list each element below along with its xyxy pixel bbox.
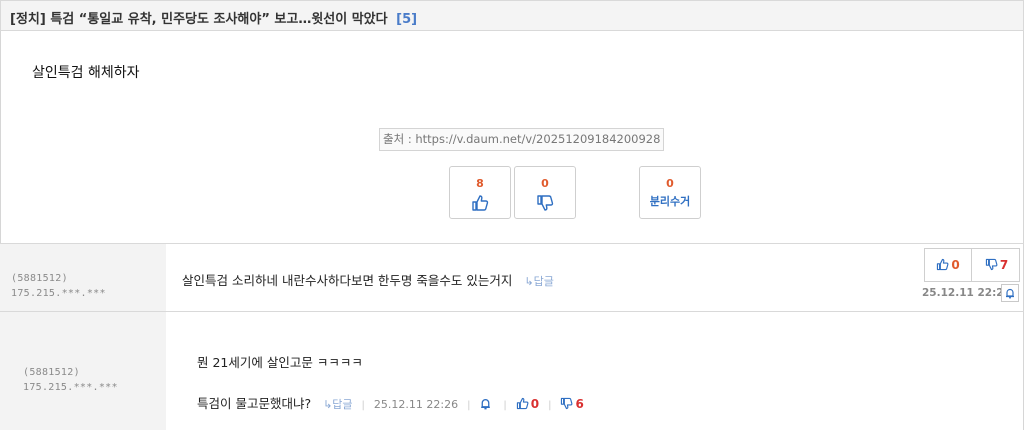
comment-author-cell: (5881512) 175.215.***.***: [0, 312, 166, 430]
not-recommend-count: 0: [541, 177, 549, 190]
comment-text: 살인특검 소리하네 내란수사하다보면 한두명 죽을수도 있는거지 ↳답글: [182, 270, 554, 289]
comment-user-id: (5881512): [11, 273, 68, 284]
report-button[interactable]: [1001, 284, 1019, 302]
post-title: [정치] 특검 “통일교 유착, 민주당도 조사해야” 보고…윗선이 막았다 […: [10, 8, 417, 27]
comment-dislike-count: 7: [999, 258, 1009, 272]
comment-body: 특검이 물고문했대냐?: [197, 396, 312, 411]
post-title-text: 특검 “통일교 유착, 민주당도 조사해야” 보고…윗선이 막았다: [50, 12, 388, 27]
reply-link[interactable]: ↳답글: [524, 275, 553, 288]
comment-body-line: 뭔 21세기에 살인고문 ㅋㅋㅋㅋ: [197, 355, 363, 370]
divider: |: [503, 400, 507, 411]
thumbs-up-icon: [516, 397, 529, 410]
comment-body-line-with-meta: 특검이 물고문했대냐? ↳답글 | 25.12.11 22:26 | | 0 |…: [197, 393, 584, 412]
divider: |: [467, 400, 471, 411]
report-button[interactable]: [479, 396, 498, 411]
thumbs-down-icon: [985, 258, 998, 271]
thumbs-down-icon: [561, 397, 573, 410]
divider: |: [548, 400, 552, 411]
comment-count-link[interactable]: [5]: [396, 12, 417, 27]
thumbs-down-icon: [537, 195, 554, 211]
recommend-button[interactable]: 8: [449, 166, 511, 219]
comment-vote-box: 0 7: [924, 248, 1020, 282]
comment-user-id: (5881512): [23, 367, 80, 378]
comment-ip: 175.215.***.***: [23, 382, 118, 393]
comment-like-count: 0: [530, 397, 540, 411]
thumbs-up-icon: [937, 258, 949, 271]
source-link[interactable]: 출처 : https://v.daum.net/v/20251209184200…: [379, 128, 665, 151]
comment-like-button[interactable]: 0: [925, 249, 972, 281]
recycle-button[interactable]: 0 분리수거: [639, 166, 701, 219]
recommend-count: 8: [476, 177, 484, 190]
reply-link[interactable]: ↳답글: [323, 398, 352, 411]
divider: |: [361, 400, 365, 411]
comment-date: 25.12.11 22:26: [373, 398, 459, 411]
recycle-count: 0: [666, 177, 674, 190]
bell-icon: [1006, 288, 1014, 299]
comment-dislike-button[interactable]: 7: [973, 249, 1020, 281]
recycle-label: 분리수거: [649, 195, 691, 208]
thumbs-up-icon: [472, 195, 489, 211]
not-recommend-button[interactable]: 0: [514, 166, 576, 219]
bell-icon: [481, 399, 491, 410]
comment-like-button[interactable]: 0: [516, 396, 543, 411]
post-title-bar: [정치] 특검 “통일교 유착, 민주당도 조사해야” 보고…윗선이 막았다 […: [0, 0, 1024, 31]
comment-date: 25.12.11 22:23: [922, 287, 1011, 299]
comment-dislike-count: 6: [575, 397, 584, 411]
comment-row: (5881512) 175.215.***.*** 살인특검 소리하네 내란수사…: [0, 243, 1024, 311]
comment-like-count: 0: [951, 258, 960, 272]
post-body: 살인특검 해체하자: [32, 65, 140, 81]
comment-dislike-button[interactable]: 6: [560, 396, 584, 411]
comment-row: (5881512) 175.215.***.*** 뭔 21세기에 살인고문 ㅋ…: [0, 311, 1024, 430]
comment-ip: 175.215.***.***: [11, 288, 106, 299]
comment-author-cell: (5881512) 175.215.***.***: [0, 244, 166, 311]
post-category: [정치]: [10, 12, 46, 27]
comment-body: 살인특검 소리하네 내란수사하다보면 한두명 죽을수도 있는거지: [182, 273, 513, 288]
